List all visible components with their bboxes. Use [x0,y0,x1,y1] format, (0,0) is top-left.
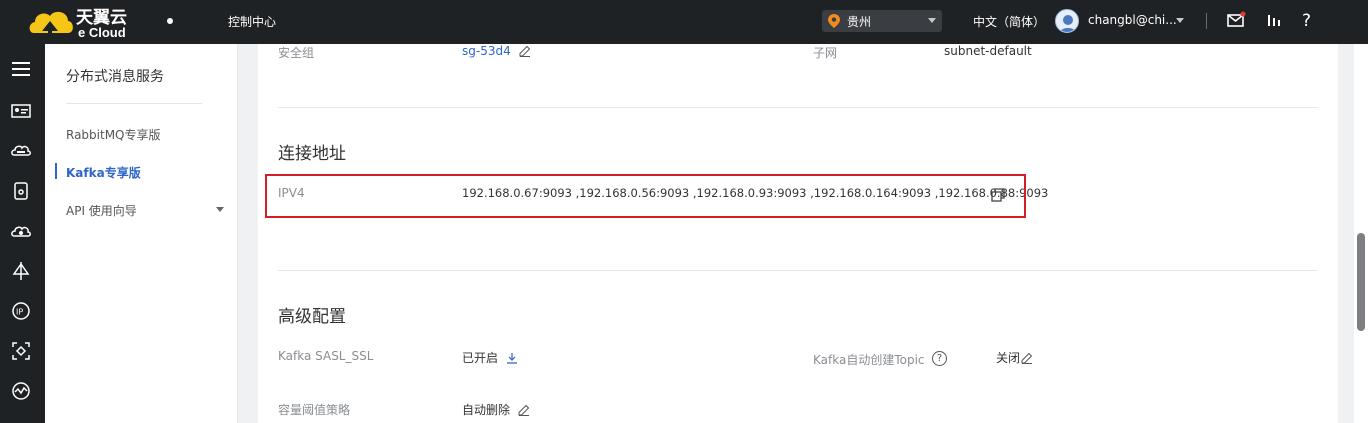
divider [66,103,202,104]
sidebar-item-kafka[interactable]: Kafka专享版 [66,164,141,181]
edit-icon[interactable] [1021,352,1033,364]
user-chevron-down-icon[interactable] [1176,18,1184,23]
ecloud-logo[interactable]: 天翼云 e Cloud [28,3,160,41]
sasl-label: Kafka SASL_SSL [278,349,374,363]
top-bar: 天翼云 e Cloud 控制中心 贵州 中文（简体） changbl@chi..… [0,0,1368,44]
cloud-sync-icon[interactable] [10,220,32,242]
advanced-config-title: 高级配置 [278,307,346,327]
avatar[interactable] [1055,9,1079,33]
help-icon[interactable]: ? [1298,10,1318,30]
storage-icon[interactable] [10,180,32,202]
security-group-link[interactable]: sg-53d4 [462,44,511,58]
auto-topic-status: 关闭 [996,351,1021,365]
logo-dot [167,18,173,24]
menu-icon[interactable] [10,58,32,80]
region-label: 贵州 [847,15,872,29]
sidebar-item-api-guide[interactable]: API 使用向导 [66,202,137,219]
sasl-value: 已开启 [462,349,518,366]
auto-topic-label: Kafka自动创建Topic [813,353,925,367]
capacity-policy-text: 自动删除 [462,403,511,417]
chevron-down-icon [928,18,936,23]
message-icon[interactable] [1226,10,1246,30]
icon-rail: IP [0,44,45,423]
ipv4-highlight-box [265,174,1026,218]
location-pin-icon [828,14,840,28]
download-icon[interactable] [506,352,518,364]
capacity-policy-value: 自动删除 [462,401,530,418]
active-indicator [55,163,57,179]
edit-icon[interactable] [518,404,530,416]
divider [278,270,1318,271]
console-link[interactable]: 控制中心 [228,13,276,30]
monitor-icon[interactable] [10,380,32,402]
connection-address-title: 连接地址 [278,144,346,164]
divider [278,107,1318,108]
ip-icon[interactable]: IP [10,300,32,322]
service-title: 分布式消息服务 [66,69,164,85]
chevron-down-icon[interactable] [216,207,224,212]
svg-text:?: ? [1302,11,1311,30]
security-group-label: 安全组 [278,46,315,60]
cloud-server-icon[interactable] [10,140,32,162]
stats-icon[interactable] [1264,10,1284,30]
sidebar-item-rabbitmq[interactable]: RabbitMQ专享版 [66,126,161,143]
network-icon[interactable] [10,260,32,282]
capacity-policy-label: 容量阈值策略 [278,403,351,417]
subnet-value: subnet-default [944,44,1032,58]
service-nav: 分布式消息服务 RabbitMQ专享版 Kafka专享版 API 使用向导 [45,44,238,423]
scrollbar-thumb[interactable] [1357,233,1365,331]
language-selector[interactable]: 中文（简体） [973,13,1045,30]
region-selector[interactable]: 贵州 [822,10,942,32]
svg-text:e Cloud: e Cloud [78,25,126,40]
divider [1206,13,1207,29]
username[interactable]: changbl@chi... [1088,13,1177,27]
question-circle-icon[interactable]: ? [932,351,947,366]
instance-detail-card: 安全组 sg-53d4 子网 subnet-default 连接地址 IPV4 … [258,44,1338,423]
security-scan-icon[interactable] [10,340,32,362]
auto-topic-value: 关闭 [996,349,1033,366]
svg-text:IP: IP [16,308,23,317]
subnet-label: 子网 [813,46,838,60]
id-card-icon[interactable] [10,100,32,122]
sasl-status: 已开启 [462,351,499,365]
edit-icon[interactable] [519,45,531,57]
security-group-value: sg-53d4 [462,44,531,58]
